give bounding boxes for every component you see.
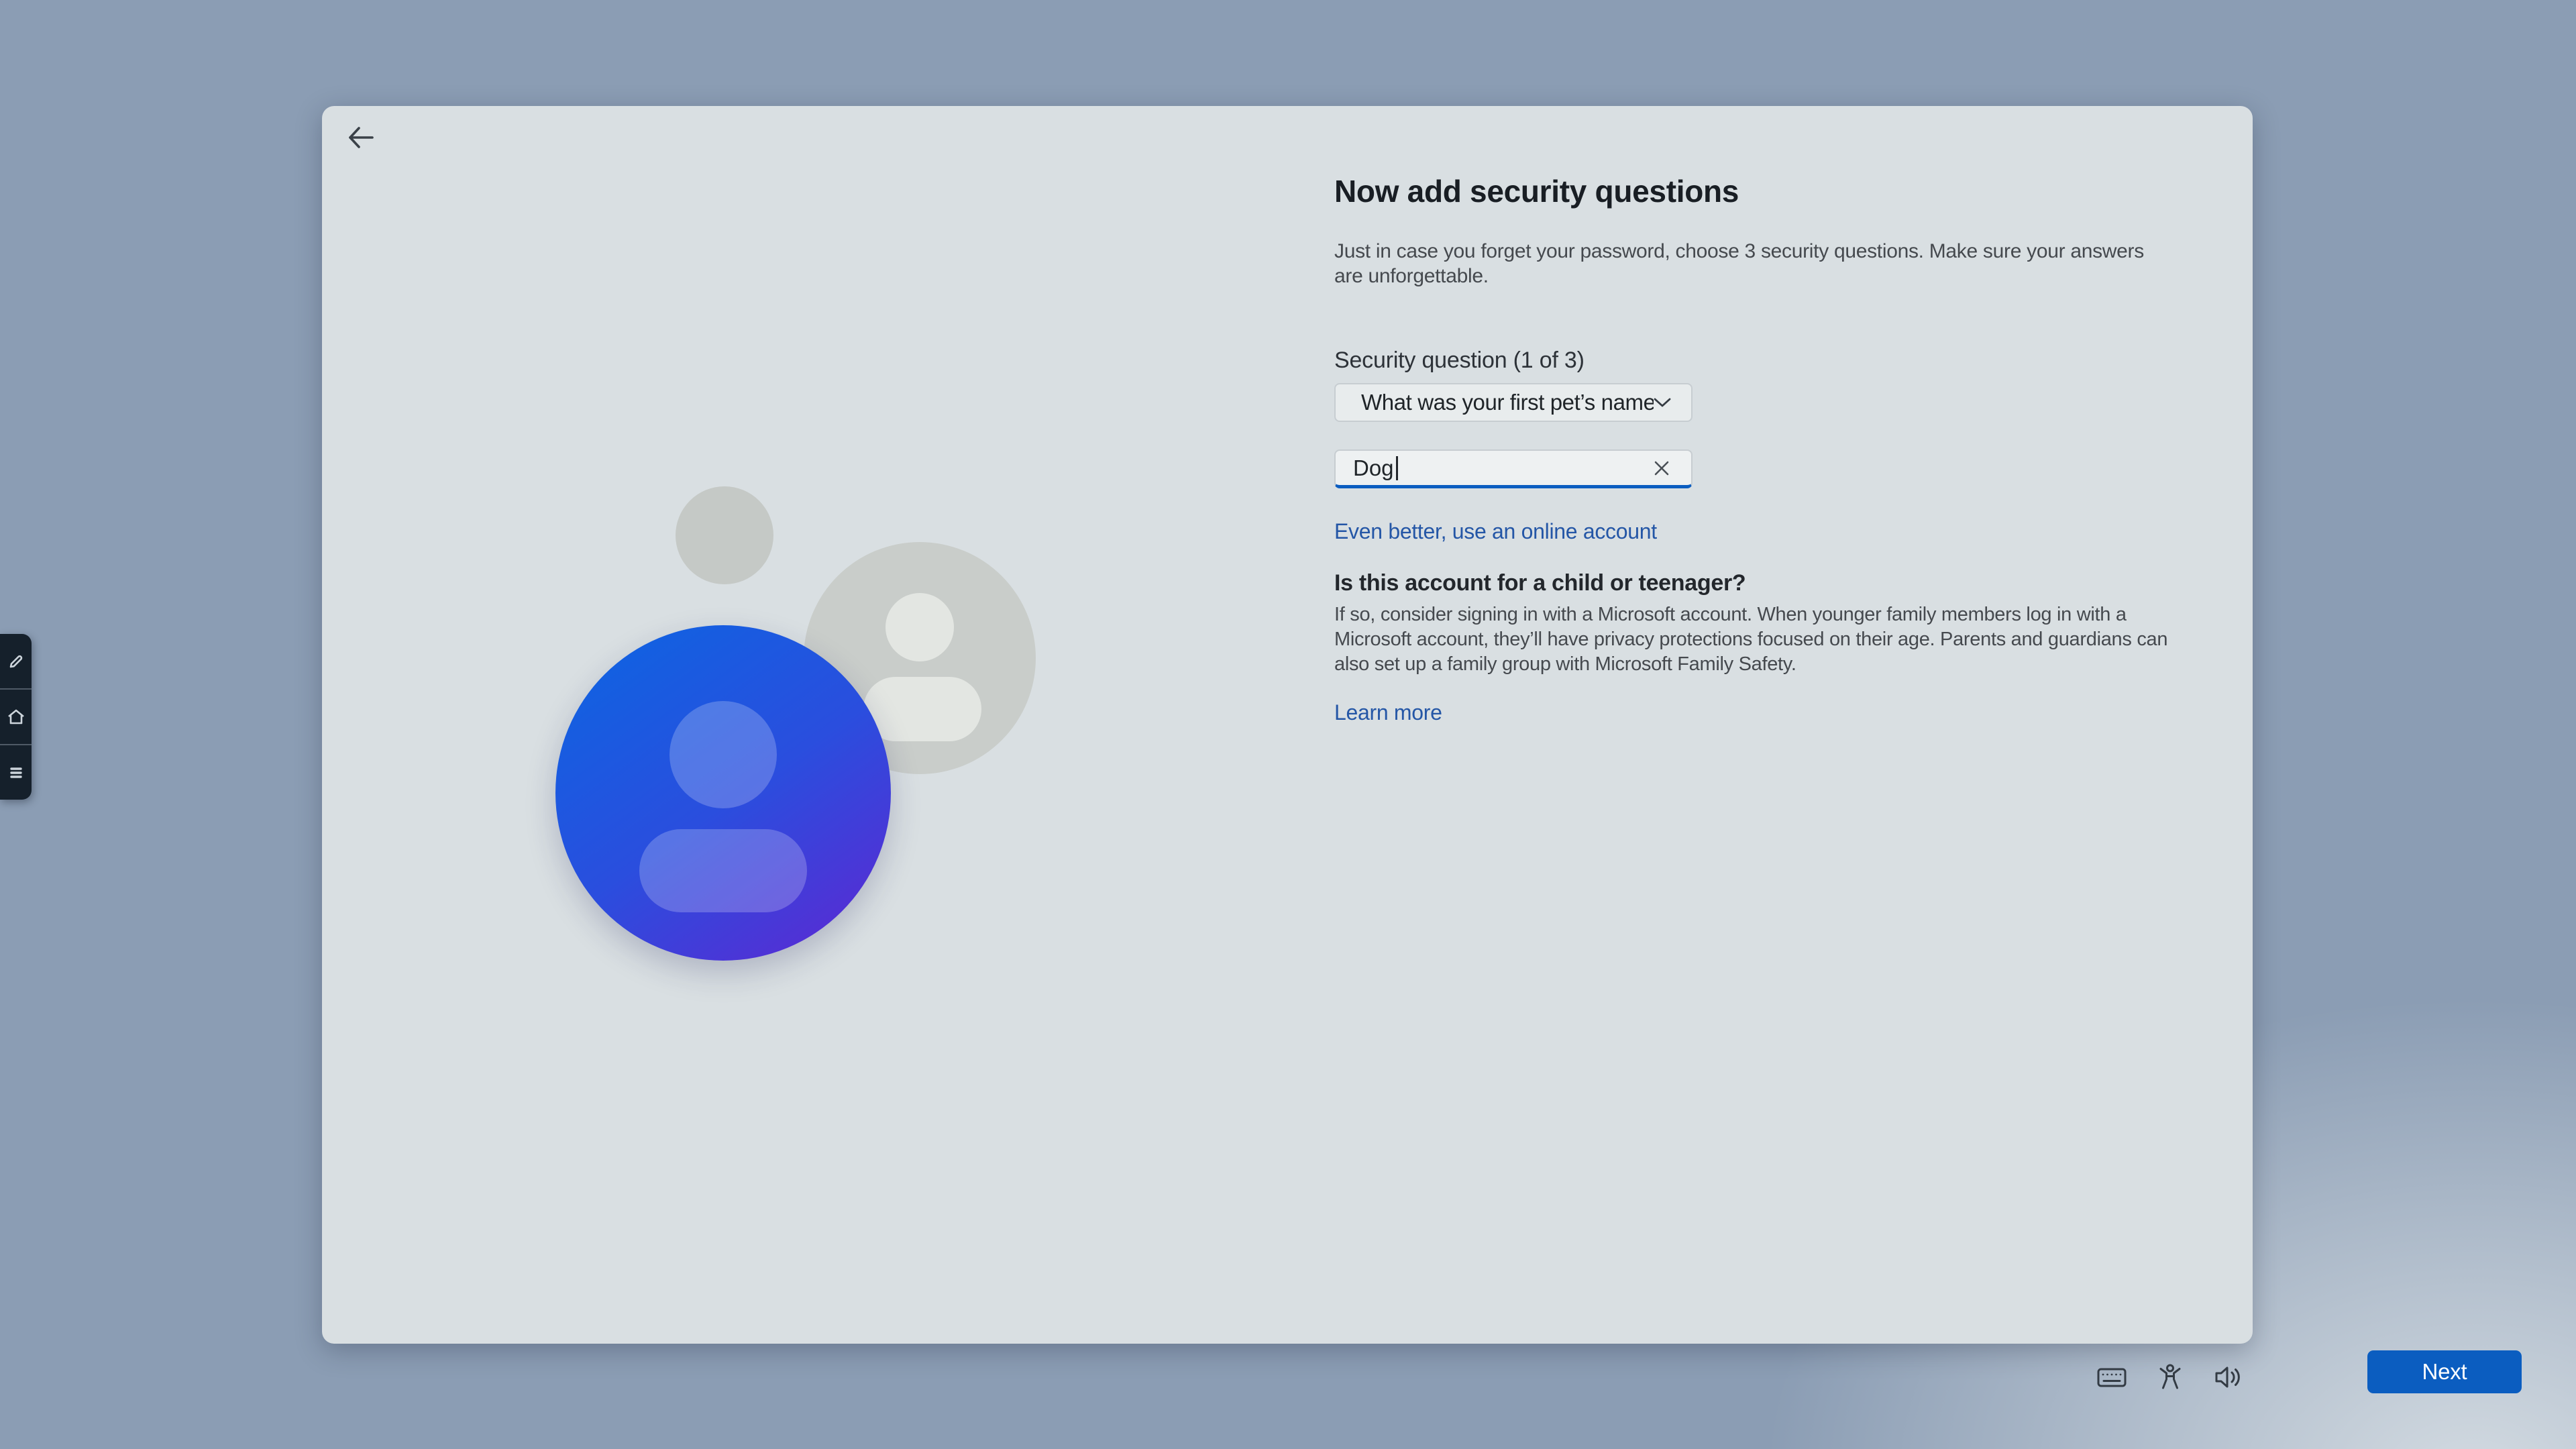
use-online-account-link[interactable]: Even better, use an online account: [1334, 519, 1657, 544]
avatar-head-shape: [885, 593, 954, 661]
accessibility-flyout: [0, 634, 32, 800]
text-caret: [1396, 456, 1398, 480]
list-icon: [6, 763, 26, 783]
tray-accessibility-button[interactable]: [2151, 1358, 2189, 1396]
oobe-screen: Now add security questions Just in case …: [0, 0, 2576, 1449]
accessibility-icon: [2153, 1360, 2188, 1395]
avatar-body-shape: [639, 829, 807, 912]
next-button[interactable]: Next: [2367, 1350, 2522, 1393]
avatar-head-shape: [669, 701, 777, 808]
page-subtitle: Just in case you forget your password, c…: [1334, 239, 2166, 288]
flyout-pen-button[interactable]: [0, 634, 32, 688]
answer-text: Dog: [1353, 455, 1394, 481]
avatar-small-circle: [676, 486, 773, 584]
tray-volume-button[interactable]: [2210, 1358, 2247, 1396]
pen-icon: [6, 651, 26, 672]
volume-icon: [2211, 1360, 2246, 1395]
keyboard-icon: [2094, 1360, 2129, 1395]
security-question-dropdown[interactable]: What was your first pet’s name?: [1334, 383, 1693, 422]
security-answer-input[interactable]: Dog: [1334, 449, 1693, 488]
flyout-home-button[interactable]: [0, 688, 32, 744]
back-button[interactable]: [339, 118, 382, 157]
avatar-body-shape: [863, 677, 981, 741]
flyout-list-button[interactable]: [0, 744, 32, 800]
home-icon: [6, 707, 26, 727]
learn-more-link[interactable]: Learn more: [1334, 700, 1442, 725]
back-arrow-icon: [341, 120, 380, 155]
clear-input-button[interactable]: [1647, 453, 1676, 483]
chevron-down-icon: [1654, 397, 1671, 408]
avatar-primary-user: [555, 625, 891, 961]
child-account-body: If so, consider signing in with a Micros…: [1334, 602, 2173, 677]
security-question-label: Security question (1 of 3): [1334, 347, 1585, 374]
child-account-heading: Is this account for a child or teenager?: [1334, 570, 1746, 596]
tray-keyboard-button[interactable]: [2093, 1358, 2131, 1396]
dropdown-selected-value: What was your first pet’s name?: [1361, 390, 1654, 415]
page-title: Now add security questions: [1334, 173, 2200, 209]
